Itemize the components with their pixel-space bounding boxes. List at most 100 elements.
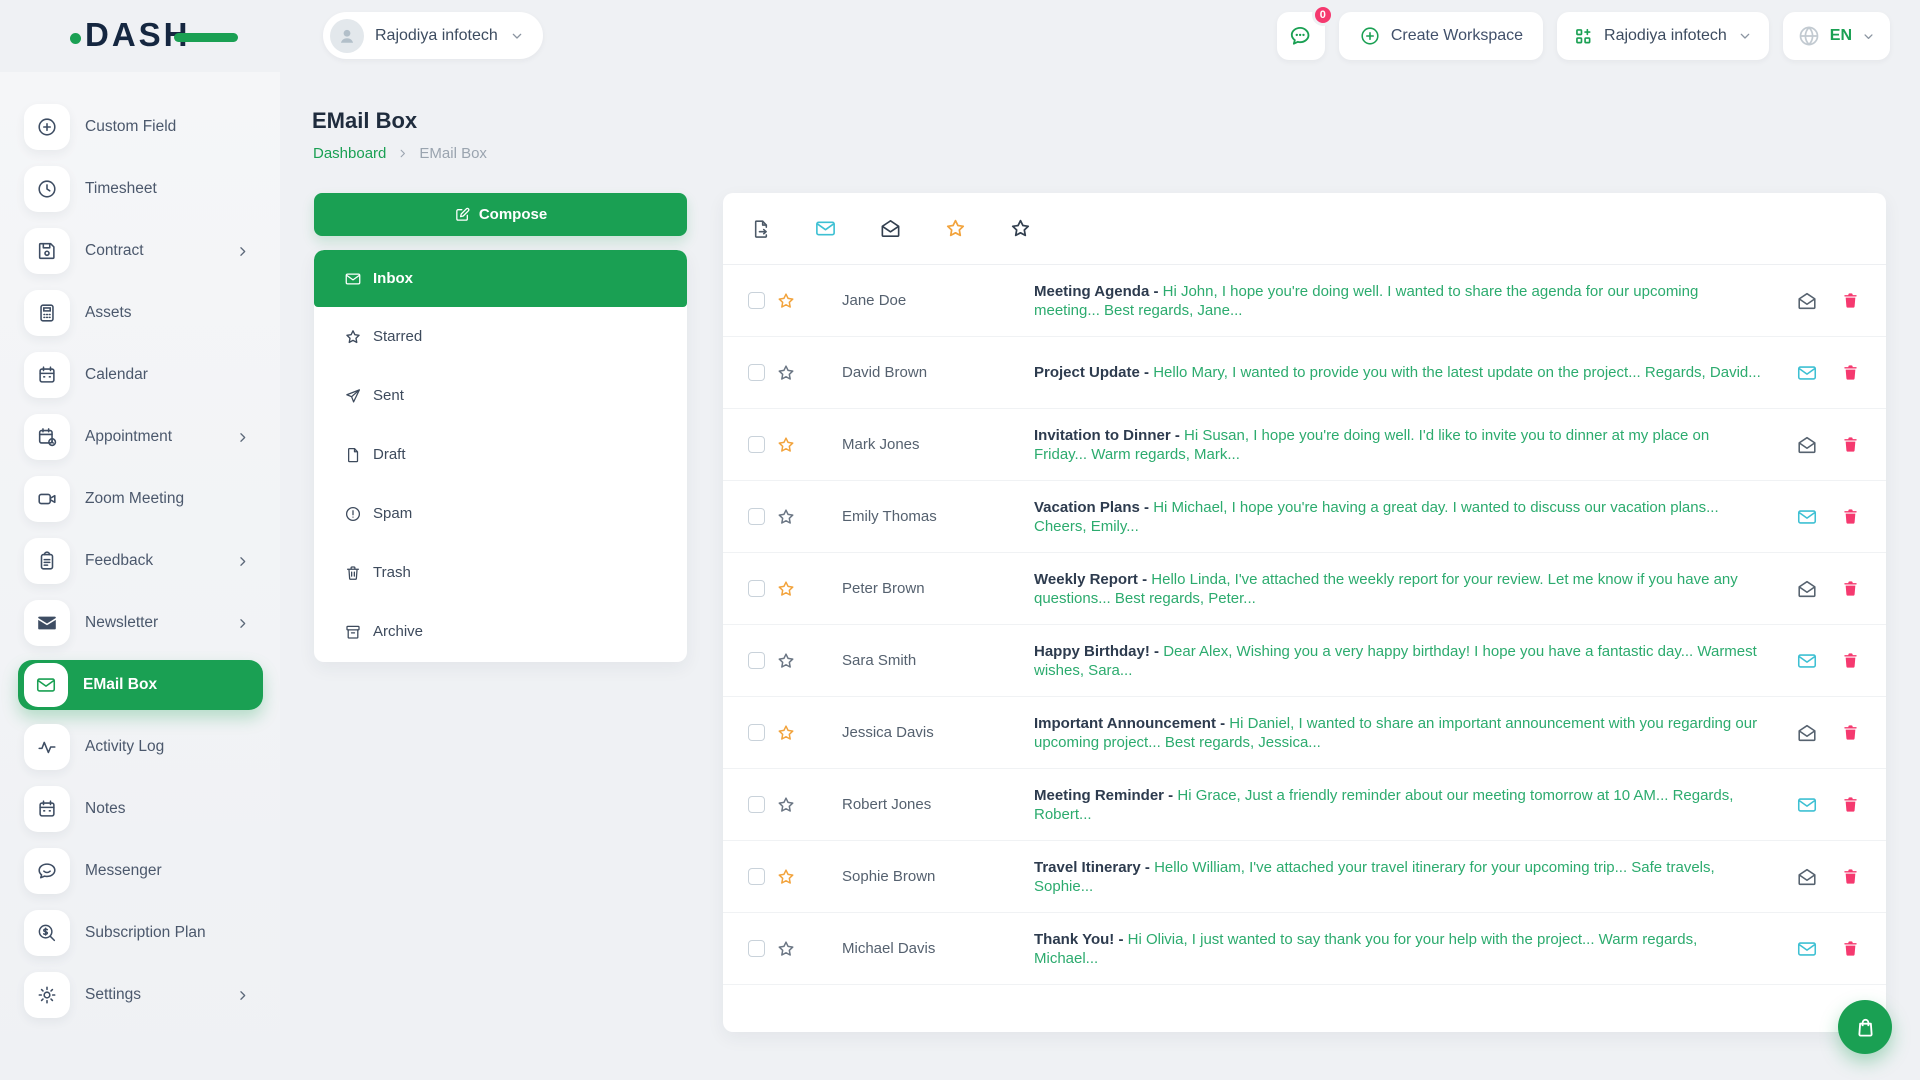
workspace-dropdown[interactable]: Rajodiya infotech	[1557, 12, 1769, 60]
export-note-icon[interactable]	[750, 218, 772, 240]
delete-trash-icon[interactable]	[1841, 651, 1860, 670]
email-preview: Hi Olivia, I just wanted to say thank yo…	[1034, 930, 1698, 967]
compose-button[interactable]: Compose	[314, 193, 687, 236]
delete-trash-icon[interactable]	[1841, 867, 1860, 886]
breadcrumb-dashboard-link[interactable]: Dashboard	[313, 145, 386, 162]
logo-dash-accent	[174, 33, 238, 42]
unread-envelope-icon[interactable]	[1796, 506, 1818, 528]
mark-read-envelope-icon[interactable]	[879, 217, 902, 240]
email-row[interactable]: Michael Davis Thank You! - Hi Olivia, I …	[723, 913, 1886, 985]
email-row[interactable]: Jessica Davis Important Announcement - H…	[723, 697, 1886, 769]
sidebar-item-label: Assets	[85, 304, 132, 321]
sidebar: Custom Field Timesheet Contract Assets C…	[0, 72, 280, 1080]
shopping-bag-icon	[1854, 1016, 1877, 1039]
chevron-right-icon	[235, 430, 250, 445]
star-toggle-icon[interactable]	[776, 651, 796, 671]
star-toggle-icon[interactable]	[776, 291, 796, 311]
email-subject: Project Update -	[1034, 364, 1150, 381]
chevron-right-icon	[235, 244, 250, 259]
sidebar-item-messenger[interactable]: Messenger	[0, 840, 280, 902]
star-toggle-icon[interactable]	[776, 723, 796, 743]
row-checkbox[interactable]	[748, 652, 765, 669]
star-toggle-icon[interactable]	[776, 579, 796, 599]
folder-spam[interactable]: Spam	[314, 484, 687, 543]
delete-trash-icon[interactable]	[1841, 507, 1860, 526]
folder-draft[interactable]: Draft	[314, 425, 687, 484]
folder-sent[interactable]: Sent	[314, 366, 687, 425]
unread-envelope-icon[interactable]	[1796, 362, 1818, 384]
unstarred-filter-icon[interactable]	[1009, 217, 1032, 240]
page-title: EMail Box	[312, 108, 418, 133]
sidebar-item-settings[interactable]: Settings	[0, 964, 280, 1026]
delete-trash-icon[interactable]	[1841, 723, 1860, 742]
delete-trash-icon[interactable]	[1841, 939, 1860, 958]
unread-envelope-icon[interactable]	[1796, 938, 1818, 960]
sidebar-item-calendar[interactable]: Calendar	[0, 344, 280, 406]
folder-starred[interactable]: Starred	[314, 307, 687, 366]
chevron-down-icon	[1861, 29, 1876, 44]
workspace-grid-icon	[1573, 26, 1594, 47]
read-envelope-open-icon[interactable]	[1796, 578, 1818, 600]
email-row[interactable]: Sara Smith Happy Birthday! - Dear Alex, …	[723, 625, 1886, 697]
email-row[interactable]: Jane Doe Meeting Agenda - Hi John, I hop…	[723, 265, 1886, 337]
email-toolbar	[723, 193, 1886, 265]
sidebar-item-custom-field[interactable]: Custom Field	[0, 96, 280, 158]
star-toggle-icon[interactable]	[776, 507, 796, 527]
delete-trash-icon[interactable]	[1841, 579, 1860, 598]
row-checkbox[interactable]	[748, 292, 765, 309]
row-checkbox[interactable]	[748, 436, 765, 453]
sidebar-item-appointment[interactable]: Appointment	[0, 406, 280, 468]
delete-trash-icon[interactable]	[1841, 291, 1860, 310]
sidebar-item-activity-log[interactable]: Activity Log	[0, 716, 280, 778]
create-workspace-button[interactable]: Create Workspace	[1338, 12, 1544, 60]
star-toggle-icon[interactable]	[776, 867, 796, 887]
row-checkbox[interactable]	[748, 508, 765, 525]
delete-trash-icon[interactable]	[1841, 435, 1860, 454]
folder-inbox[interactable]: Inbox	[314, 250, 687, 307]
sidebar-item-contract[interactable]: Contract	[0, 220, 280, 282]
star-toggle-icon[interactable]	[776, 795, 796, 815]
folder-archive[interactable]: Archive	[314, 602, 687, 661]
row-checkbox[interactable]	[748, 724, 765, 741]
email-row[interactable]: Mark Jones Invitation to Dinner - Hi Sus…	[723, 409, 1886, 481]
read-envelope-open-icon[interactable]	[1796, 722, 1818, 744]
folder-trash[interactable]: Trash	[314, 543, 687, 602]
user-profile-dropdown[interactable]: Rajodiya infotech	[323, 12, 543, 59]
mark-unread-envelope-icon[interactable]	[814, 217, 837, 240]
email-row[interactable]: Sophie Brown Travel Itinerary - Hello Wi…	[723, 841, 1886, 913]
sidebar-item-zoom-meeting[interactable]: Zoom Meeting	[0, 468, 280, 530]
language-dropdown[interactable]: EN	[1782, 12, 1890, 60]
read-envelope-open-icon[interactable]	[1796, 434, 1818, 456]
sidebar-item-email-box[interactable]: EMail Box	[18, 660, 263, 710]
email-row[interactable]: David Brown Project Update - Hello Mary,…	[723, 337, 1886, 409]
store-bag-button[interactable]	[1838, 1000, 1892, 1054]
row-checkbox[interactable]	[748, 580, 765, 597]
delete-trash-icon[interactable]	[1841, 363, 1860, 382]
read-envelope-open-icon[interactable]	[1796, 290, 1818, 312]
sidebar-item-newsletter[interactable]: Newsletter	[0, 592, 280, 654]
row-checkbox[interactable]	[748, 364, 765, 381]
delete-trash-icon[interactable]	[1841, 795, 1860, 814]
sidebar-item-feedback[interactable]: Feedback	[0, 530, 280, 592]
email-snippet: Project Update - Hello Mary, I wanted to…	[1034, 363, 1796, 382]
row-checkbox[interactable]	[748, 940, 765, 957]
star-toggle-icon[interactable]	[776, 435, 796, 455]
sidebar-item-assets[interactable]: Assets	[0, 282, 280, 344]
app-logo[interactable]: DASH	[70, 16, 238, 56]
sidebar-item-label: Timesheet	[85, 180, 157, 197]
email-row[interactable]: Robert Jones Meeting Reminder - Hi Grace…	[723, 769, 1886, 841]
email-row[interactable]: Emily Thomas Vacation Plans - Hi Michael…	[723, 481, 1886, 553]
read-envelope-open-icon[interactable]	[1796, 866, 1818, 888]
unread-envelope-icon[interactable]	[1796, 650, 1818, 672]
star-toggle-icon[interactable]	[776, 363, 796, 383]
starred-filter-icon[interactable]	[944, 217, 967, 240]
email-row[interactable]: Peter Brown Weekly Report - Hello Linda,…	[723, 553, 1886, 625]
unread-envelope-icon[interactable]	[1796, 794, 1818, 816]
sidebar-item-subscription-plan[interactable]: Subscription Plan	[0, 902, 280, 964]
row-checkbox[interactable]	[748, 796, 765, 813]
chat-button[interactable]: 0	[1276, 4, 1334, 60]
sidebar-item-timesheet[interactable]: Timesheet	[0, 158, 280, 220]
row-checkbox[interactable]	[748, 868, 765, 885]
sidebar-item-notes[interactable]: Notes	[0, 778, 280, 840]
star-toggle-icon[interactable]	[776, 939, 796, 959]
